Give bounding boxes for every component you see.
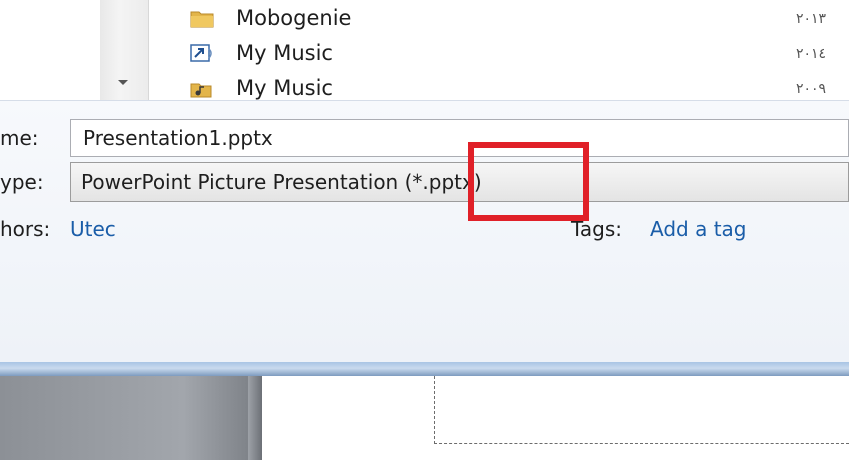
file-date: ٢٠٠٩ xyxy=(796,81,827,97)
dialog-bottom-edge xyxy=(0,362,849,376)
authors-label: hors: xyxy=(0,217,51,241)
file-name: My Music xyxy=(236,76,333,100)
slide-canvas[interactable] xyxy=(262,376,849,460)
file-list-item[interactable]: Mobogenie ٢٠١٣ xyxy=(190,4,849,34)
save-as-type-value: PowerPoint Picture Presentation (*.pptx) xyxy=(81,170,482,194)
panel-edge xyxy=(248,376,262,460)
file-name: My Music xyxy=(236,41,333,65)
highlight-annotation-box xyxy=(468,142,589,221)
file-date: ٢٠١٣ xyxy=(796,11,827,27)
file-date: ٢٠١٤ xyxy=(796,46,827,62)
file-name-value: Presentation1.pptx xyxy=(83,126,273,150)
file-list-item[interactable]: My Music ٢٠١٤ xyxy=(190,39,849,69)
add-tag-link[interactable]: Add a tag xyxy=(650,217,746,241)
music-folder-icon xyxy=(190,83,212,98)
file-name-input[interactable]: Presentation1.pptx xyxy=(70,119,849,157)
slide-thumbnails-panel[interactable] xyxy=(0,376,262,460)
file-name: Mobogenie xyxy=(236,6,352,30)
file-list-item[interactable]: My Music ٢٠٠٩ xyxy=(190,74,849,100)
scroll-down-arrow-icon[interactable] xyxy=(118,80,128,85)
save-as-type-select[interactable]: PowerPoint Picture Presentation (*.pptx) xyxy=(70,162,849,202)
slide-placeholder[interactable] xyxy=(434,376,849,444)
shortcut-icon xyxy=(190,44,212,62)
file-list[interactable]: Mobogenie ٢٠١٣ My Music ٢٠١٤ My Music ٢٠… xyxy=(0,0,849,100)
save-as-type-label: ype: xyxy=(0,170,44,194)
file-name-label: me: xyxy=(0,126,39,150)
authors-link[interactable]: Utec xyxy=(70,217,116,241)
vertical-scrollbar[interactable] xyxy=(100,0,149,100)
folder-icon xyxy=(190,11,214,28)
